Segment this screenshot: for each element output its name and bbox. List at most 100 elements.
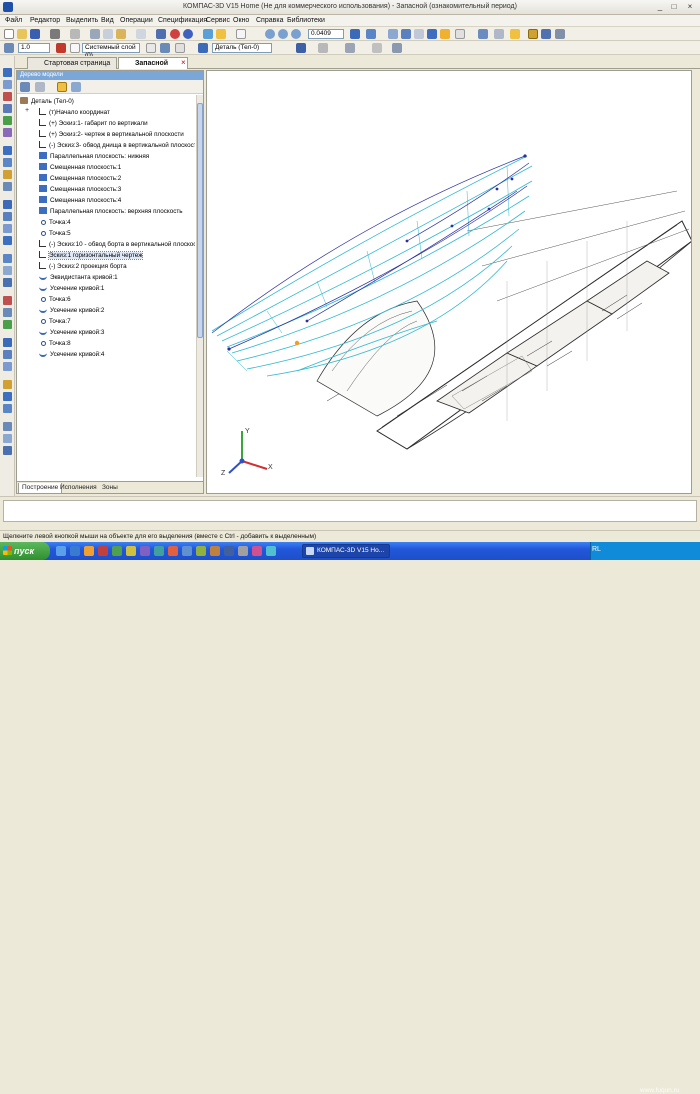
ql-app9-icon[interactable]: [224, 546, 234, 556]
sweep-icon[interactable]: [3, 182, 12, 191]
tree-item[interactable]: Точка:4: [39, 217, 71, 228]
tree-item[interactable]: Эквидистанта кривой:1: [39, 272, 118, 283]
mass-icon[interactable]: [3, 308, 12, 317]
redo-icon[interactable]: [183, 29, 193, 39]
new-document-icon[interactable]: [4, 29, 14, 39]
tree-item[interactable]: (т)Начало координат: [39, 107, 110, 118]
ql-app5-icon[interactable]: [168, 546, 178, 556]
polyline-icon[interactable]: [3, 236, 12, 245]
ql-explorer-icon[interactable]: [56, 546, 66, 556]
extra-icon[interactable]: [392, 43, 402, 53]
menu-help[interactable]: Справка: [256, 17, 283, 24]
hatch-icon[interactable]: [345, 43, 355, 53]
hint-icon[interactable]: [216, 29, 226, 39]
wireframe-icon[interactable]: [401, 29, 411, 39]
patch-icon[interactable]: [3, 266, 12, 275]
ql-app3-icon[interactable]: [140, 546, 150, 556]
hidden-lines-icon[interactable]: [414, 29, 424, 39]
text-style-icon[interactable]: [372, 43, 382, 53]
menu-window[interactable]: Окно: [233, 17, 249, 24]
select-icon[interactable]: [236, 29, 246, 39]
undo-icon[interactable]: [170, 29, 180, 39]
ql-app6-icon[interactable]: [182, 546, 192, 556]
ql-app12-icon[interactable]: [266, 546, 276, 556]
cursor-step-icon[interactable]: [4, 43, 14, 53]
layer-settings-icon[interactable]: [160, 43, 170, 53]
tree-item[interactable]: Эскиз:1 горизонтальный чертеж: [39, 250, 144, 261]
shaded-icon[interactable]: [427, 29, 437, 39]
tree-item[interactable]: Смещенная плоскость:4: [39, 195, 121, 206]
ql-app1-icon[interactable]: [112, 546, 122, 556]
3d-viewport[interactable]: Y X Z: [206, 70, 692, 494]
pan-icon[interactable]: [366, 29, 376, 39]
task-kompas[interactable]: КОМПАС-3D V15 Ho...: [302, 544, 390, 558]
zoom-field[interactable]: 0.0409: [308, 29, 344, 39]
spline-icon[interactable]: [3, 212, 12, 221]
menu-file[interactable]: Файл: [5, 17, 22, 24]
minimize-button[interactable]: _: [654, 2, 666, 12]
ql-app10-icon[interactable]: [238, 546, 248, 556]
orientation-icon[interactable]: [388, 29, 398, 39]
aux-geometry-icon[interactable]: [3, 128, 12, 137]
menu-select[interactable]: Выделить: [66, 17, 98, 24]
elements-icon[interactable]: [3, 404, 12, 413]
flange-icon[interactable]: [3, 362, 12, 371]
layer-color-icon[interactable]: [56, 43, 66, 53]
tree-item[interactable]: Смещенная плоскость:2: [39, 173, 121, 184]
print-icon[interactable]: [50, 29, 60, 39]
tab-zones[interactable]: Зоны: [99, 483, 121, 493]
check-icon[interactable]: [3, 320, 12, 329]
part-select[interactable]: Деталь (Тел-0): [212, 43, 272, 53]
helix-icon[interactable]: [3, 224, 12, 233]
tree-item[interactable]: (-) Эскиз:2 проекция борта: [39, 261, 127, 272]
ql-opera-icon[interactable]: [98, 546, 108, 556]
tree-item[interactable]: (-) Эскиз:10 - обвод борта в вертикально…: [39, 239, 195, 250]
save-icon[interactable]: [30, 29, 40, 39]
tree-item[interactable]: (+) Эскиз:1- габарит по вертикали: [39, 118, 148, 129]
paste-icon[interactable]: [116, 29, 126, 39]
language-indicator[interactable]: RL: [592, 546, 601, 553]
markup-icon[interactable]: [3, 422, 12, 431]
tab-zapasnoy[interactable]: Запасной: [118, 57, 188, 69]
tree-filter-icon[interactable]: [57, 82, 67, 92]
tree-item[interactable]: (-) Эскиз:3- обвод днища в вертикальной …: [39, 140, 195, 151]
ql-firefox-icon[interactable]: [84, 546, 94, 556]
tree-item[interactable]: Усечение кривой:2: [39, 305, 104, 316]
tree-item[interactable]: Деталь (Тел-0): [20, 96, 74, 107]
specification-icon[interactable]: [3, 380, 12, 389]
ql-app11-icon[interactable]: [252, 546, 262, 556]
preview-icon[interactable]: [70, 29, 80, 39]
tree-item[interactable]: Параллельная плоскость: верхняя плоскост…: [39, 206, 183, 217]
tree-item[interactable]: Смещенная плоскость:3: [39, 184, 121, 195]
settings-icon[interactable]: [541, 29, 551, 39]
sheet-metal-icon[interactable]: [3, 338, 12, 347]
loft-icon[interactable]: [3, 170, 12, 179]
arrays-icon[interactable]: [3, 116, 12, 125]
tree-item[interactable]: Точка:8: [39, 338, 71, 349]
tree-item[interactable]: Смещенная плоскость:1: [39, 162, 121, 173]
menu-specification[interactable]: Спецификация: [158, 17, 207, 24]
properties-field[interactable]: [3, 500, 697, 522]
dimensions-icon[interactable]: [3, 92, 12, 101]
edit-part-icon[interactable]: [3, 104, 12, 113]
tree-options-icon[interactable]: [71, 82, 81, 92]
zoom-out-icon[interactable]: [291, 29, 301, 39]
tree-item[interactable]: Точка:6: [39, 294, 71, 305]
manager-icon[interactable]: [156, 29, 166, 39]
menu-service[interactable]: Сервис: [206, 17, 230, 24]
start-button[interactable]: пуск: [0, 542, 50, 560]
menu-view[interactable]: Вид: [101, 17, 114, 24]
tree-expand-icon[interactable]: +: [25, 107, 29, 114]
tree-structure-icon[interactable]: [20, 82, 30, 92]
library-icon[interactable]: [528, 29, 538, 39]
constraints-icon[interactable]: [494, 29, 504, 39]
tree-item[interactable]: Усечение кривой:4: [39, 349, 104, 360]
line-style-icon[interactable]: [318, 43, 328, 53]
help-icon[interactable]: [203, 29, 213, 39]
scroll-thumb[interactable]: [197, 103, 203, 338]
sew-icon[interactable]: [3, 278, 12, 287]
curves-icon[interactable]: [3, 200, 12, 209]
zoom-frame-icon[interactable]: [278, 29, 288, 39]
layer-state-icon[interactable]: [70, 43, 80, 53]
color-icon[interactable]: [296, 43, 306, 53]
